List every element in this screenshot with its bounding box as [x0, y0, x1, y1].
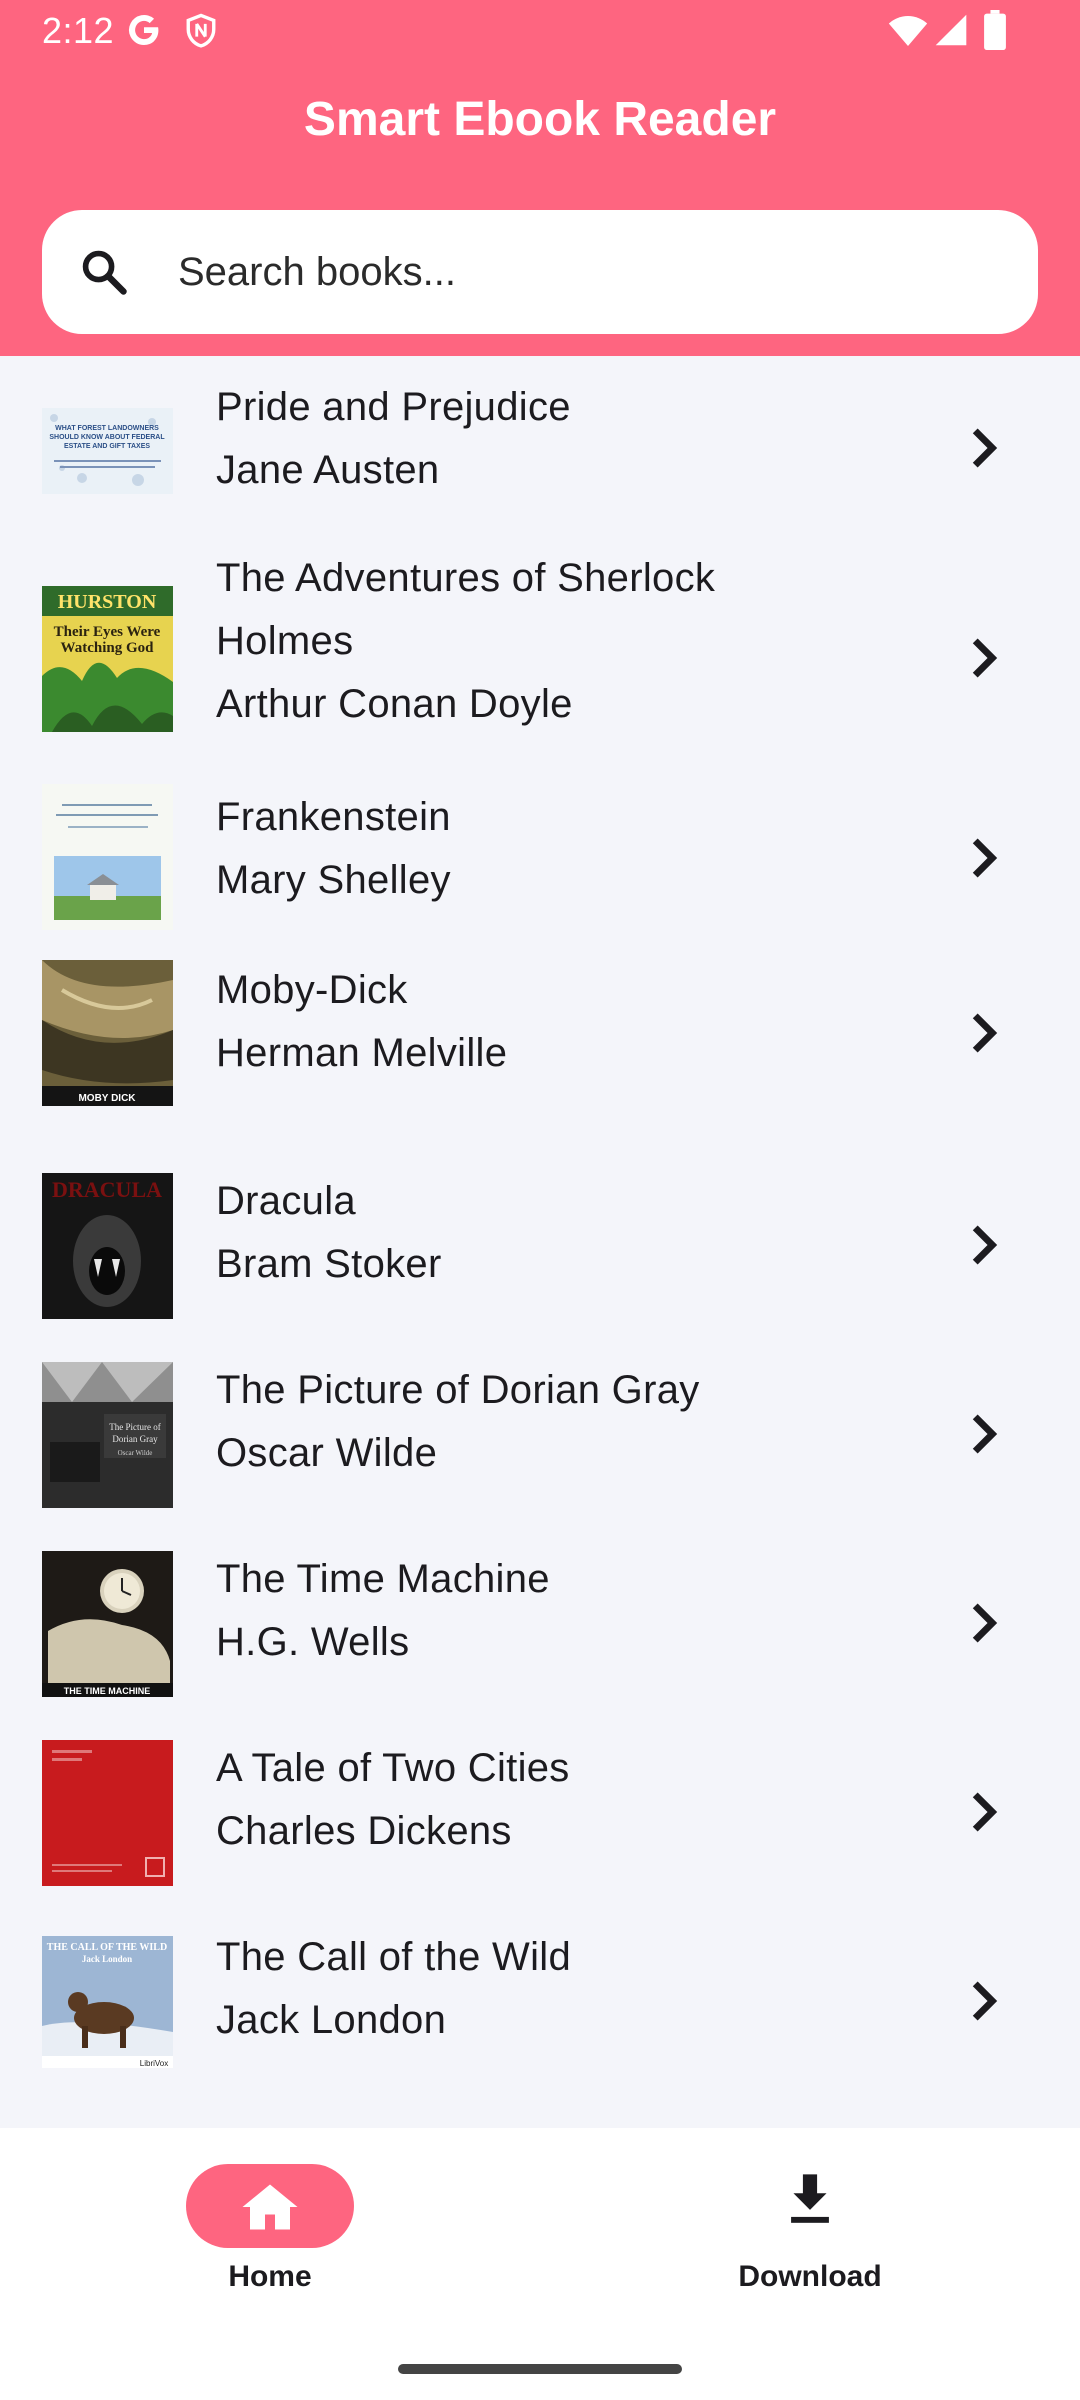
list-item[interactable]: DRACULA Dracula Bram Stoker — [0, 1122, 1080, 1319]
svg-text:The Picture of: The Picture of — [109, 1422, 160, 1432]
book-title: Frankenstein — [216, 795, 451, 839]
nav-home-button[interactable] — [186, 2164, 354, 2248]
nav-home-label[interactable]: Home — [170, 2260, 370, 2294]
book-cover: The Picture of Dorian Gray Oscar Wilde — [42, 1362, 173, 1508]
book-cover: DRACULA — [42, 1173, 173, 1319]
chevron-right-icon — [970, 1790, 1000, 1839]
bottom-navigation: Home Download — [0, 2128, 1080, 2400]
book-cover: HURSTON Their Eyes Were Watching God — [42, 586, 173, 732]
svg-text:DRACULA: DRACULA — [52, 1177, 162, 1202]
book-author: Herman Melville — [216, 1031, 508, 1075]
cover-title: WHAT FOREST LANDOWNERS — [55, 425, 159, 432]
search-icon — [78, 246, 130, 303]
svg-text:Oscar Wilde: Oscar Wilde — [118, 1449, 153, 1457]
home-indicator[interactable] — [398, 2364, 682, 2374]
svg-text:Dorian Gray: Dorian Gray — [112, 1434, 158, 1444]
book-info: Moby-Dick Herman Melville — [216, 959, 816, 1085]
svg-text:Watching God: Watching God — [61, 640, 155, 656]
book-info: The Call of the Wild Jack London — [216, 1926, 816, 2052]
book-author: Oscar Wilde — [216, 1431, 438, 1475]
app-header: 2:12 Smart Ebook Reader — [0, 0, 1080, 356]
book-author: Jane Austen — [216, 448, 440, 492]
download-icon — [786, 2172, 834, 2229]
book-author: Jack London — [216, 1998, 447, 2042]
book-info: A Tale of Two Cities Charles Dickens — [216, 1737, 816, 1863]
svg-text:LibriVox: LibriVox — [140, 2059, 168, 2068]
book-title: A Tale of Two Cities — [216, 1746, 570, 1790]
signal-icon — [934, 12, 968, 53]
list-item[interactable]: The Picture of Dorian Gray Oscar Wilde T… — [0, 1311, 1080, 1508]
search-bar[interactable] — [42, 210, 1038, 334]
list-item[interactable]: WHAT FOREST LANDOWNERS SHOULD KNOW ABOUT… — [0, 356, 1080, 540]
list-item[interactable]: HURSTON Their Eyes Were Watching God The… — [0, 540, 1080, 744]
chevron-right-icon — [970, 836, 1000, 885]
book-cover: WHAT FOREST LANDOWNERS SHOULD KNOW ABOUT… — [42, 408, 173, 494]
svg-text:SHOULD KNOW ABOUT FEDERAL: SHOULD KNOW ABOUT FEDERAL — [49, 434, 165, 441]
shield-icon — [184, 12, 218, 55]
chevron-right-icon — [970, 426, 1000, 475]
svg-text:THE CALL OF THE WILD: THE CALL OF THE WILD — [47, 1942, 167, 1953]
nav-download-label: Download — [738, 2260, 882, 2293]
chevron-right-icon — [970, 1412, 1000, 1461]
book-info: The Picture of Dorian Gray Oscar Wilde — [216, 1359, 816, 1485]
chevron-right-icon — [970, 1011, 1000, 1060]
svg-text:ESTATE AND GIFT TAXES: ESTATE AND GIFT TAXES — [64, 443, 150, 450]
book-author: Bram Stoker — [216, 1242, 442, 1286]
list-item[interactable]: A Tale of Two Cities Charles Dickens — [0, 1689, 1080, 1886]
wifi-icon — [888, 14, 928, 53]
book-cover: THE TIME MACHINE — [42, 1551, 173, 1697]
book-cover: MOBY DICK — [42, 960, 173, 1106]
book-info: Frankenstein Mary Shelley — [216, 786, 816, 912]
list-item[interactable]: Frankenstein Mary Shelley — [0, 744, 1080, 933]
google-icon — [126, 12, 162, 53]
book-title: The Adventures of Sherlock Holmes — [216, 556, 716, 663]
svg-text:Jack London: Jack London — [82, 1954, 132, 1964]
search-input[interactable] — [178, 210, 998, 334]
book-title: Dracula — [216, 1179, 356, 1223]
book-cover — [42, 784, 173, 930]
list-item[interactable]: THE CALL OF THE WILD Jack London LibriVo… — [0, 1878, 1080, 2068]
book-title: Moby-Dick — [216, 968, 408, 1012]
list-item[interactable]: THE TIME MACHINE The Time Machine H.G. W… — [0, 1500, 1080, 1697]
svg-text:MOBY DICK: MOBY DICK — [78, 1093, 136, 1104]
book-author: Arthur Conan Doyle — [216, 682, 573, 726]
book-info: Dracula Bram Stoker — [216, 1170, 816, 1296]
book-title: The Picture of Dorian Gray — [216, 1368, 700, 1412]
battery-icon — [984, 10, 1006, 55]
book-cover: THE CALL OF THE WILD Jack London LibriVo… — [42, 1936, 173, 2068]
chevron-right-icon — [970, 1223, 1000, 1272]
nav-download-button[interactable]: Download — [700, 2164, 920, 2304]
app-title: Smart Ebook Reader — [303, 93, 777, 146]
book-author: Mary Shelley — [216, 858, 451, 902]
svg-text:HURSTON: HURSTON — [58, 591, 157, 613]
svg-text:Their Eyes Were: Their Eyes Were — [54, 624, 161, 640]
home-icon — [240, 2182, 300, 2237]
book-title: The Call of the Wild — [216, 1935, 572, 1979]
book-title: The Time Machine — [216, 1557, 550, 1601]
book-author: Charles Dickens — [216, 1809, 512, 1853]
list-item[interactable]: MOBY DICK Moby-Dick Herman Melville — [0, 933, 1080, 1122]
book-info: The Time Machine H.G. Wells — [216, 1548, 816, 1674]
chevron-right-icon — [970, 1979, 1000, 2028]
chevron-right-icon — [970, 1601, 1000, 1650]
status-bar: 2:12 — [0, 0, 1080, 64]
status-time: 2:12 — [42, 10, 115, 51]
book-cover — [42, 1740, 173, 1886]
book-info: The Adventures of Sherlock Holmes Arthur… — [216, 547, 816, 736]
book-info: Pride and Prejudice Jane Austen — [216, 376, 816, 502]
book-author: H.G. Wells — [216, 1620, 410, 1664]
book-title: Pride and Prejudice — [216, 385, 571, 429]
chevron-right-icon — [970, 636, 1000, 685]
